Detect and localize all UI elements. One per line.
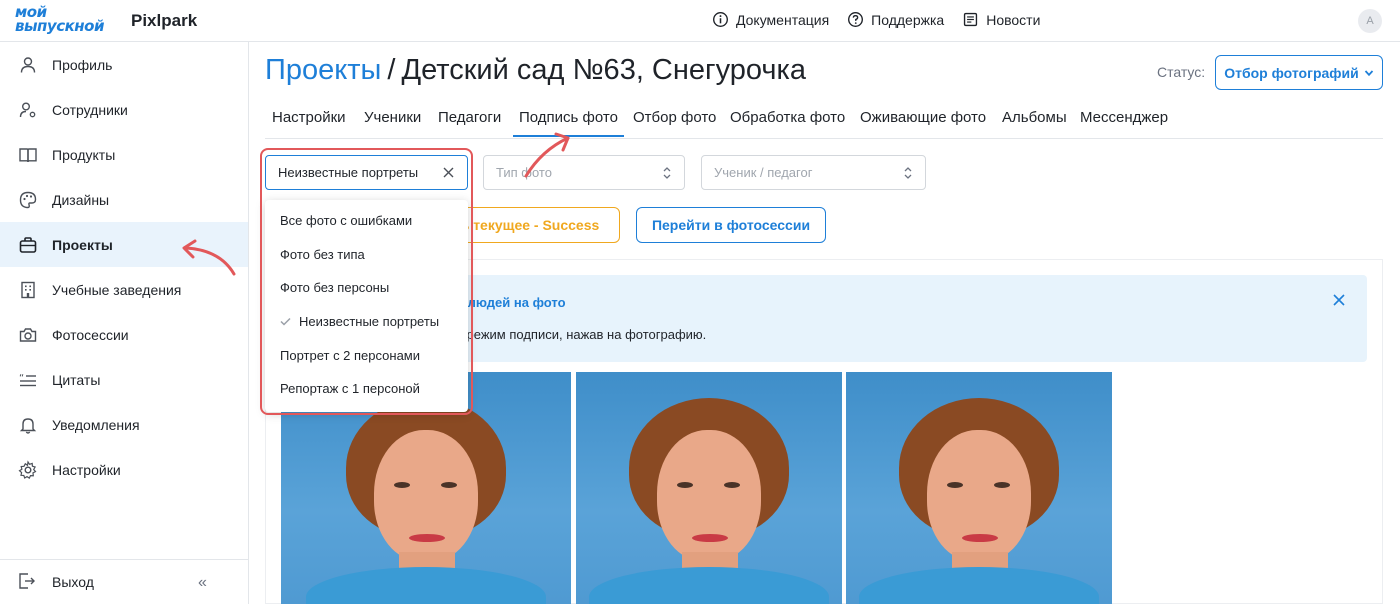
sidebar-item-label: Продукты [52,146,116,163]
photo-thumbnail[interactable] [846,372,1112,604]
sidebar-item-quotes[interactable]: “ Цитаты [0,357,248,402]
sidebar-item-label: Уведомления [52,416,140,433]
palette-icon [17,189,39,211]
sidebar-item-employees[interactable]: Сотрудники [0,87,248,132]
gear-icon [17,459,39,481]
building-icon [17,279,39,301]
sidebar-item-designs[interactable]: Дизайны [0,177,248,222]
sidebar-item-products[interactable]: Продукты [0,132,248,177]
user-gear-icon [17,99,39,121]
newspaper-icon [964,12,978,27]
annotation-arrow-icon [524,132,570,178]
select-caret-icon [904,167,912,179]
news-link[interactable]: Новости [962,11,1040,28]
help-circle-icon [848,12,864,27]
svg-text:“: “ [19,373,24,384]
book-icon [17,144,39,166]
news-link-label: Новости [986,11,1041,28]
quote-icon: “ [17,369,39,391]
sidebar-item-label: Цитаты [52,371,101,388]
sidebar-item-profile[interactable]: Профиль [0,42,248,87]
top-bar: мой выпускной Pixlpark Документация Подд… [0,0,1400,42]
sidebar-item-settings[interactable]: Настройки [0,447,248,492]
project-tabs: Настройки Ученики Педагоги Подпись фото … [265,104,1383,139]
sidebar-item-label: Фотосессии [52,326,129,343]
status-value: Отбор фотографий [1224,64,1359,81]
person-placeholder: Ученик / педагог [714,165,813,180]
page-title: Проекты / Детский сад №63, Снегурочка [265,54,806,87]
status-dropdown[interactable]: Отбор фотографий [1215,55,1383,90]
brand-name: Pixlpark [131,11,198,30]
photo-type-select[interactable]: Тип фото [483,155,685,190]
info-circle-icon [713,12,728,27]
bell-icon [17,414,39,436]
sidebar-item-notifications[interactable]: Уведомления [0,402,248,447]
go-to-photosessions-button[interactable]: Перейти в фотосессии [636,207,826,243]
sidebar-item-label: Профиль [52,56,113,73]
logout-icon [17,571,39,593]
tab-albums[interactable]: Альбомы [1002,109,1067,126]
photo-thumbnail[interactable] [576,372,842,604]
logo-text-line2: выпускной [15,17,104,35]
breadcrumb-separator: / [387,54,396,86]
sidebar-item-label: Настройки [52,461,121,478]
tab-photo-selection[interactable]: Отбор фото [633,109,716,126]
tab-students[interactable]: Ученики [364,109,421,126]
collapse-sidebar-icon[interactable]: « [198,574,207,592]
annotation-arrow-icon [182,239,236,276]
chevron-down-icon [1364,69,1373,76]
status-label: Статус: [1157,64,1206,80]
breadcrumb-projects[interactable]: Проекты [265,54,381,86]
sidebar-item-label: Сотрудники [52,101,128,118]
docs-link-label: Документация [736,11,830,28]
sidebar-item-label: Дизайны [52,191,110,208]
select-caret-icon [663,167,671,179]
tab-messenger[interactable]: Мессенджер [1080,109,1168,126]
sidebar-item-label: Проекты [52,236,113,253]
close-icon[interactable] [1333,294,1345,306]
highlight-box [260,148,473,415]
tab-settings[interactable]: Настройки [272,109,346,126]
briefcase-icon [17,234,39,256]
sidebar-item-label: Учебные заведения [52,281,182,298]
tab-live-photos[interactable]: Оживающие фото [860,109,986,126]
project-title: Детский сад №63, Снегурочка [401,54,806,86]
support-link-label: Поддержка [871,11,945,28]
logout-label: Выход [52,574,94,590]
support-link[interactable]: Поддержка [847,11,944,28]
sidebar-item-photosessions[interactable]: Фотосессии [0,312,248,357]
camera-icon [17,324,39,346]
tab-teachers[interactable]: Педагоги [438,109,501,126]
avatar[interactable]: A [1358,9,1382,33]
person-select[interactable]: Ученик / педагог [701,155,926,190]
logo[interactable]: мой выпускной [15,5,115,37]
sidebar: Профиль Сотрудники Продукты Дизайны Прое… [0,42,249,604]
top-links: Документация Поддержка Новости [712,11,1040,28]
notice-body: в режим подписи, нажав на фотографию. [456,327,707,342]
logout-button[interactable]: Выход « [0,559,248,604]
docs-link[interactable]: Документация [712,11,829,28]
user-icon [17,54,39,76]
tab-photo-processing[interactable]: Обработка фото [730,109,845,126]
